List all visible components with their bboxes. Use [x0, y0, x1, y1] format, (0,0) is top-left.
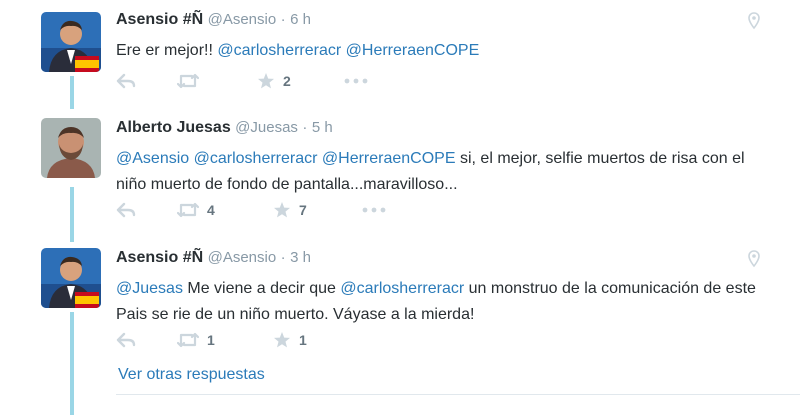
tweet-header: Alberto Juesas @Juesas · 5 h: [116, 118, 333, 138]
divider: [116, 394, 800, 395]
like-count: 1: [299, 332, 307, 348]
retweet-count: 4: [207, 202, 215, 218]
star-icon: [258, 73, 274, 89]
reply-icon: [116, 202, 136, 218]
avatar[interactable]: [41, 118, 101, 178]
timestamp[interactable]: 3 h: [290, 249, 311, 266]
reply-button[interactable]: [116, 329, 136, 351]
like-count: 7: [299, 202, 307, 218]
avatar[interactable]: [41, 248, 101, 308]
location-pin-icon[interactable]: [748, 250, 760, 273]
star-icon: [274, 332, 290, 348]
timestamp[interactable]: 6 h: [290, 11, 311, 28]
mention-link[interactable]: @Asensio: [116, 150, 189, 167]
tweet-header: Asensio #Ñ @Asensio · 6 h: [116, 10, 311, 30]
fullname[interactable]: Alberto Juesas: [116, 119, 231, 136]
like-button[interactable]: 1: [273, 329, 307, 351]
retweet-icon: [177, 202, 199, 218]
location-pin-icon[interactable]: [748, 12, 760, 35]
more-button[interactable]: [362, 199, 386, 221]
more-button[interactable]: [344, 70, 368, 92]
mention-link[interactable]: @Juesas: [116, 280, 183, 297]
tweet[interactable]: Alberto Juesas @Juesas · 5 h @Asensio @c…: [0, 118, 800, 228]
tweet-text-segment: Ere er mejor!!: [116, 42, 218, 59]
mention-link[interactable]: @HerreraenCOPE: [346, 42, 480, 59]
avatar-photo-icon: [41, 248, 101, 308]
like-count: 2: [283, 73, 291, 89]
tweet-text-segment: Me viene a decir que: [182, 280, 341, 297]
more-replies-link[interactable]: Ver otras respuestas: [118, 366, 265, 384]
tweet-text: @Juesas Me viene a decir que @carlosherr…: [116, 276, 786, 328]
handle[interactable]: @Asensio: [208, 249, 277, 266]
retweet-icon: [177, 332, 199, 348]
retweet-count: 1: [207, 332, 215, 348]
handle[interactable]: @Asensio: [208, 11, 277, 28]
reply-icon: [116, 332, 136, 348]
reply-button[interactable]: [116, 70, 136, 92]
more-icon: [344, 78, 368, 84]
tweet-header: Asensio #Ñ @Asensio · 3 h: [116, 248, 311, 268]
more-icon: [362, 207, 386, 213]
separator: ·: [302, 119, 308, 136]
avatar[interactable]: [41, 12, 101, 72]
mention-link[interactable]: @carlosherreracr: [340, 280, 464, 297]
fullname[interactable]: Asensio #Ñ: [116, 11, 203, 28]
avatar-photo-icon: [41, 12, 101, 72]
mention-link[interactable]: @HerreraenCOPE: [322, 150, 456, 167]
mention-link[interactable]: @carlosherreracr: [194, 150, 318, 167]
tweet[interactable]: Asensio #Ñ @Asensio · 3 h @Juesas Me vie…: [0, 248, 800, 358]
like-button[interactable]: 7: [273, 199, 307, 221]
tweet-text: @Asensio @carlosherreracr @HerreraenCOPE…: [116, 146, 776, 198]
tweet[interactable]: Asensio #Ñ @Asensio · 6 h Ere er mejor!!…: [0, 10, 800, 100]
retweet-button[interactable]: [177, 70, 207, 92]
mention-link[interactable]: @carlosherreracr: [217, 42, 341, 59]
like-button[interactable]: 2: [257, 70, 291, 92]
reply-button[interactable]: [116, 199, 136, 221]
star-icon: [274, 202, 290, 218]
separator: ·: [280, 11, 286, 28]
tweet-text: Ere er mejor!! @carlosherreracr @Herrera…: [116, 38, 786, 64]
separator: ·: [280, 249, 286, 266]
retweet-button[interactable]: 1: [177, 329, 215, 351]
handle[interactable]: @Juesas: [235, 119, 298, 136]
avatar-photo-icon: [41, 118, 101, 178]
retweet-button[interactable]: 4: [177, 199, 215, 221]
retweet-icon: [177, 73, 199, 89]
reply-icon: [116, 73, 136, 89]
timestamp[interactable]: 5 h: [312, 119, 333, 136]
fullname[interactable]: Asensio #Ñ: [116, 249, 203, 266]
